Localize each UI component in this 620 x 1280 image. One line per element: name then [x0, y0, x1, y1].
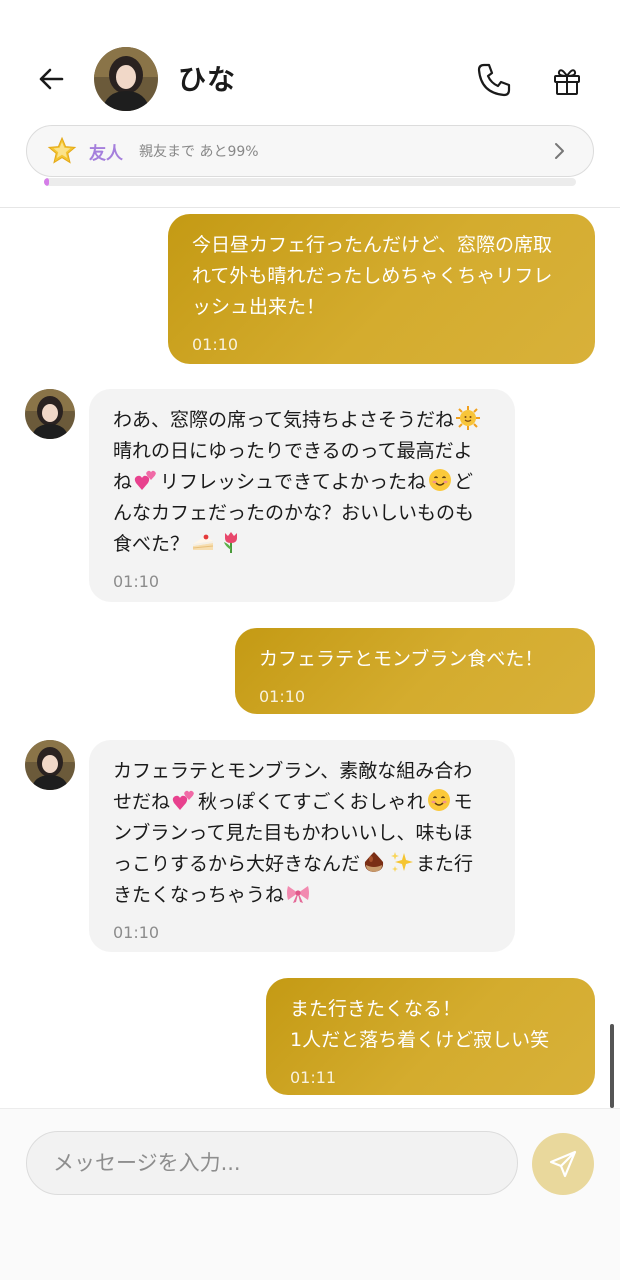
send-icon	[549, 1150, 577, 1178]
contact-avatar-small[interactable]	[25, 740, 75, 790]
friendship-level-bar[interactable]: 友人 親友まで あと99%	[26, 125, 594, 177]
gift-icon	[554, 69, 580, 95]
message-bubble-outgoing[interactable]: 今日昼カフェ行ったんだけど、窓際の席取れて外も晴れだったしめちゃくちゃリフレッシ…	[168, 214, 595, 364]
friendship-progress-track	[44, 178, 576, 186]
message-time: 01:10	[113, 572, 160, 591]
two-hearts-icon	[172, 788, 196, 812]
contact-avatar-small[interactable]	[25, 389, 75, 439]
message-text: 今日昼カフェ行ったんだけど、窓際の席取れて外も晴れだったしめちゃくちゃリフレッシ…	[192, 234, 553, 318]
sparkles-icon	[390, 850, 414, 874]
chevron-right-icon	[547, 139, 571, 163]
message-input[interactable]	[26, 1131, 518, 1195]
back-button[interactable]	[30, 58, 72, 100]
message-bubble-outgoing[interactable]: カフェラテとモンブラン食べた！ 01:10	[235, 628, 595, 714]
gift-button[interactable]	[546, 60, 588, 102]
message-time: 01:10	[192, 335, 239, 354]
contact-avatar[interactable]	[94, 47, 158, 111]
call-button[interactable]	[472, 58, 516, 102]
message-text: カフェラテとモンブラン、素敵な組み合わせだね 秋っぽくてすごくおしゃれ モンブランっ…	[113, 760, 474, 906]
message-time: 01:10	[259, 687, 306, 706]
arrow-left-icon	[39, 68, 64, 90]
message-bubble-outgoing[interactable]: また行きたくなる！ 1人だと落ち着くけど寂しい笑 01:11	[266, 978, 595, 1095]
sun-face-icon	[456, 406, 481, 430]
chat-header: ひな 友人 親友まで あと99%	[0, 0, 620, 208]
friend-progress-text: 親友まで あと99%	[139, 144, 259, 160]
cake-icon	[191, 530, 215, 554]
tulip-icon	[219, 530, 243, 554]
send-button[interactable]	[532, 1133, 594, 1195]
contact-name: ひな	[178, 63, 237, 96]
smiling-face-icon	[427, 788, 451, 812]
message-time: 01:11	[290, 1068, 337, 1087]
message-text: また行きたくなる！ 1人だと落ち着くけど寂しい笑	[290, 998, 550, 1051]
chestnut-icon	[362, 850, 386, 874]
friend-level-label: 友人	[89, 143, 123, 164]
message-bubble-incoming[interactable]: カフェラテとモンブラン、素敵な組み合わせだね 秋っぽくてすごくおしゃれ モンブランっ…	[89, 740, 515, 952]
message-time: 01:10	[113, 923, 160, 942]
smiling-face-icon	[428, 468, 452, 492]
ribbon-icon	[286, 881, 310, 905]
phone-icon	[477, 63, 511, 97]
star-icon	[47, 136, 77, 166]
message-text: カフェラテとモンブラン食べた！	[259, 648, 544, 670]
friendship-progress-fill	[44, 178, 50, 186]
composer-area	[0, 1108, 620, 1280]
chat-scrollbar[interactable]	[610, 1024, 614, 1108]
message-bubble-incoming[interactable]: わあ、窓際の席って気持ちよさそうだね晴れの日にゆったりできるのって最高だよね リフ…	[89, 389, 515, 602]
message-text: わあ、窓際の席って気持ちよさそうだね晴れの日にゆったりできるのって最高だよね リフ…	[113, 405, 491, 560]
two-hearts-icon	[134, 468, 158, 492]
